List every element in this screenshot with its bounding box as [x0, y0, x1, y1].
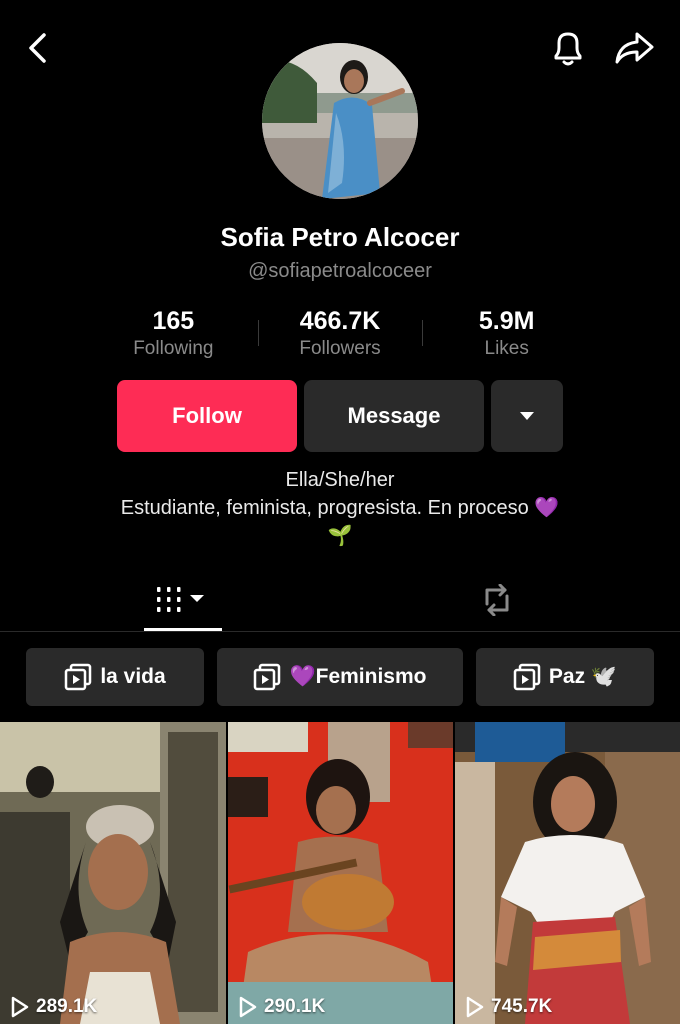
view-count-text: 745.7K: [491, 996, 553, 1017]
video-thumbnail[interactable]: 289.1K: [0, 722, 226, 1024]
playlist-label: Paz 🕊️: [548, 665, 618, 688]
playlist-icon: [65, 663, 92, 691]
stat-divider: [258, 320, 259, 346]
bio-line: Ella/She/her: [285, 469, 395, 491]
playlist-feminismo[interactable]: 💜Feminismo: [217, 648, 463, 706]
stat-divider: [422, 320, 423, 346]
playlist-la-vida[interactable]: la vida: [26, 648, 204, 706]
play-icon: [466, 996, 484, 1018]
video-grid: 289.1K 290.1K 745.7K: [0, 722, 680, 1024]
playlist-label: la vida: [100, 665, 166, 688]
stat-label: Following: [133, 338, 214, 359]
content-tabs: [0, 570, 680, 632]
tab-videos[interactable]: [144, 570, 222, 630]
profile-stats: 165 Following 466.7K Followers 5.9M Like…: [90, 306, 590, 366]
stat-value: 466.7K: [299, 307, 381, 335]
profile-name: Sofia Petro Alcocer: [220, 222, 460, 252]
video-thumbnail[interactable]: 745.7K: [455, 722, 680, 1024]
stat-following[interactable]: 165 Following: [90, 306, 257, 366]
play-icon: [239, 996, 257, 1018]
view-count: 745.7K: [465, 996, 552, 1018]
repost-icon: [485, 584, 509, 616]
playlist-icon: [513, 663, 541, 691]
view-count-text: 290.1K: [264, 996, 326, 1017]
view-count: 290.1K: [238, 996, 325, 1018]
video-thumbnail[interactable]: 290.1K: [228, 722, 453, 1024]
tab-reposts[interactable]: [458, 570, 536, 630]
playlist-label: 💜Feminismo: [289, 665, 427, 688]
avatar[interactable]: [262, 43, 418, 199]
play-icon: [11, 996, 29, 1018]
caret-down-icon: [520, 412, 534, 420]
bio-line: 🌱: [327, 525, 353, 547]
bio-line: Estudiante, feminista, progresista. En p…: [120, 497, 560, 519]
view-count-text: 289.1K: [36, 996, 98, 1017]
playlist-icon: [254, 663, 281, 691]
stat-value: 5.9M: [478, 307, 535, 335]
share-icon[interactable]: [610, 26, 658, 70]
follow-button[interactable]: Follow: [117, 380, 297, 452]
message-button[interactable]: Message: [304, 380, 484, 452]
stat-label: Likes: [484, 338, 529, 359]
back-icon[interactable]: [18, 28, 58, 68]
stat-value: 165: [152, 307, 195, 335]
profile-handle: @sofiapetroalcoceer: [248, 260, 432, 282]
playlist-paz[interactable]: Paz 🕊️: [476, 648, 654, 706]
suggested-accounts-button[interactable]: [491, 380, 563, 452]
profile-bio: Ella/She/her Estudiante, feminista, prog…: [0, 466, 680, 550]
stat-followers[interactable]: 466.7K Followers: [257, 306, 424, 366]
stat-label: Followers: [299, 338, 381, 359]
playlist-row: la vida 💜Feminismo Paz 🕊️: [0, 648, 680, 706]
view-count: 289.1K: [10, 996, 97, 1018]
grid-icon: [157, 587, 204, 612]
active-tab-indicator: [144, 628, 222, 631]
bell-icon[interactable]: [546, 26, 590, 70]
stat-likes[interactable]: 5.9M Likes: [423, 306, 590, 366]
